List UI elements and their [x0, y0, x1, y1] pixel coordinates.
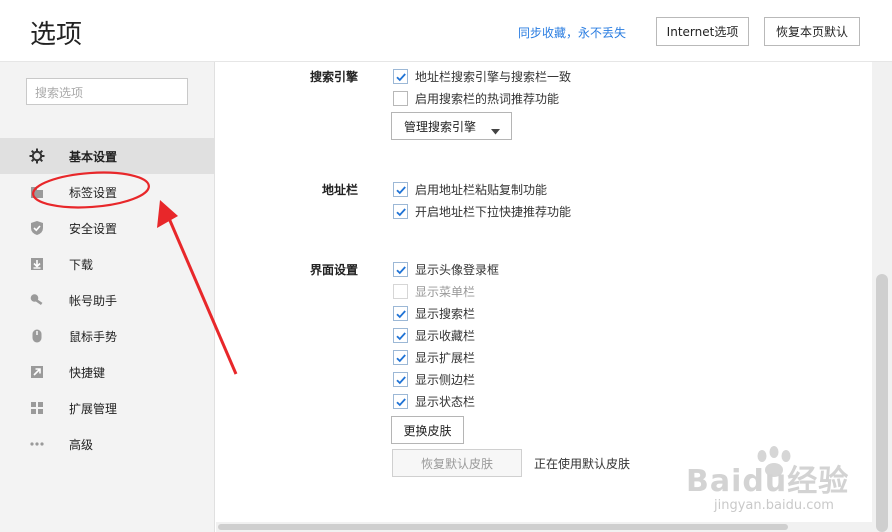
sidebar-item-tabs[interactable]: 标签设置: [0, 174, 215, 210]
option-label: 显示扩展栏: [415, 351, 476, 365]
option-label: 显示菜单栏: [415, 285, 476, 299]
internet-options-button[interactable]: Internet选项: [656, 17, 749, 46]
extensions-grid-icon: [29, 400, 45, 416]
shield-icon: [29, 220, 45, 236]
sidebar-item-download[interactable]: 下载: [0, 246, 215, 282]
option-show-statusbar[interactable]: 显示状态栏: [393, 393, 475, 410]
option-show-sidebar[interactable]: 显示侧边栏: [393, 371, 475, 388]
horizontal-scroll-thumb[interactable]: [218, 524, 788, 530]
sidebar-item-label: 帐号助手: [69, 293, 118, 308]
baidu-watermark: Baidu经验 jingyan.baidu.com: [682, 440, 882, 520]
option-show-menubar[interactable]: 显示菜单栏: [393, 283, 475, 300]
header-bar: 选项 同步收藏，永不丢失 Internet选项 恢复本页默认: [0, 0, 892, 62]
sidebar-item-advanced[interactable]: 高级: [0, 426, 215, 462]
skin-status-text: 正在使用默认皮肤: [534, 457, 631, 471]
option-search-engine-sync[interactable]: 地址栏搜索引擎与搜索栏一致: [393, 68, 571, 85]
sidebar-item-security[interactable]: 安全设置: [0, 210, 215, 246]
sidebar-item-label: 快捷键: [69, 365, 106, 380]
option-label: 显示头像登录框: [415, 263, 500, 277]
option-show-extension-bar[interactable]: 显示扩展栏: [393, 349, 475, 366]
option-show-favorites-bar[interactable]: 显示收藏栏: [393, 327, 475, 344]
option-show-avatar-login[interactable]: 显示头像登录框: [393, 261, 499, 278]
sidebar-item-extensions[interactable]: 扩展管理: [0, 390, 215, 426]
option-label: 显示状态栏: [415, 395, 476, 409]
sidebar-item-label: 标签设置: [69, 185, 118, 200]
sidebar-item-label: 安全设置: [69, 221, 118, 236]
checkbox[interactable]: [393, 328, 408, 343]
option-paste-copy[interactable]: 启用地址栏粘贴复制功能: [393, 181, 547, 198]
checkbox[interactable]: [393, 284, 408, 299]
option-hotword-recommend[interactable]: 启用搜索栏的热词推荐功能: [393, 90, 559, 107]
horizontal-scrollbar[interactable]: [216, 522, 872, 532]
sidebar-item-label: 鼠标手势: [69, 329, 118, 344]
sidebar: 搜索选项 基本设置 标签设置 安全设置 下载 帐号助手 鼠标手势 快捷键 扩展管…: [0, 62, 215, 532]
caret-down-icon: [491, 124, 500, 138]
checkbox[interactable]: [393, 306, 408, 321]
restore-default-skin-button[interactable]: 恢复默认皮肤: [392, 449, 522, 477]
sidebar-item-mouse-gesture[interactable]: 鼠标手势: [0, 318, 215, 354]
sidebar-item-shortcuts[interactable]: 快捷键: [0, 354, 215, 390]
option-dropdown-recommend[interactable]: 开启地址栏下拉快捷推荐功能: [393, 203, 571, 220]
shortcut-arrow-icon: [29, 364, 45, 380]
search-input[interactable]: 搜索选项: [26, 78, 188, 105]
manage-search-engine-dropdown[interactable]: 管理搜索引擎: [391, 112, 512, 140]
sidebar-item-label: 下载: [69, 257, 94, 272]
option-label: 地址栏搜索引擎与搜索栏一致: [415, 70, 572, 84]
section-title-search-engine: 搜索引擎: [310, 70, 359, 84]
watermark-brand: Baidu经验: [686, 464, 850, 499]
gear-icon: [29, 148, 45, 164]
tab-icon: [29, 184, 45, 200]
sidebar-item-basic[interactable]: 基本设置: [0, 138, 215, 174]
sidebar-item-label: 基本设置: [69, 149, 118, 164]
download-icon: [29, 256, 45, 272]
section-title-address-bar: 地址栏: [322, 183, 359, 197]
checkbox[interactable]: [393, 69, 408, 84]
checkbox[interactable]: [393, 204, 408, 219]
key-icon: [29, 292, 45, 308]
page-title: 选项: [30, 20, 83, 50]
option-label: 启用地址栏粘贴复制功能: [415, 183, 548, 197]
checkbox[interactable]: [393, 372, 408, 387]
checkbox[interactable]: [393, 262, 408, 277]
sidebar-item-account[interactable]: 帐号助手: [0, 282, 215, 318]
mouse-icon: [29, 328, 45, 344]
checkbox[interactable]: [393, 182, 408, 197]
sync-link[interactable]: 同步收藏，永不丢失: [518, 24, 626, 41]
checkbox[interactable]: [393, 350, 408, 365]
option-label: 开启地址栏下拉快捷推荐功能: [415, 205, 572, 219]
sidebar-item-label: 扩展管理: [69, 401, 118, 416]
option-label: 启用搜索栏的热词推荐功能: [415, 92, 560, 106]
sidebar-item-label: 高级: [69, 437, 94, 452]
checkbox[interactable]: [393, 91, 408, 106]
restore-defaults-button[interactable]: 恢复本页默认: [764, 17, 860, 46]
watermark-url: jingyan.baidu.com: [714, 498, 834, 513]
option-show-searchbar[interactable]: 显示搜索栏: [393, 305, 475, 322]
checkbox[interactable]: [393, 394, 408, 409]
option-label: 显示搜索栏: [415, 307, 476, 321]
dropdown-label: 管理搜索引擎: [404, 119, 477, 134]
section-title-ui: 界面设置: [310, 263, 359, 277]
option-label: 显示侧边栏: [415, 373, 476, 387]
change-skin-button[interactable]: 更换皮肤: [391, 416, 464, 444]
option-label: 显示收藏栏: [415, 329, 476, 343]
more-dots-icon: [29, 436, 45, 452]
